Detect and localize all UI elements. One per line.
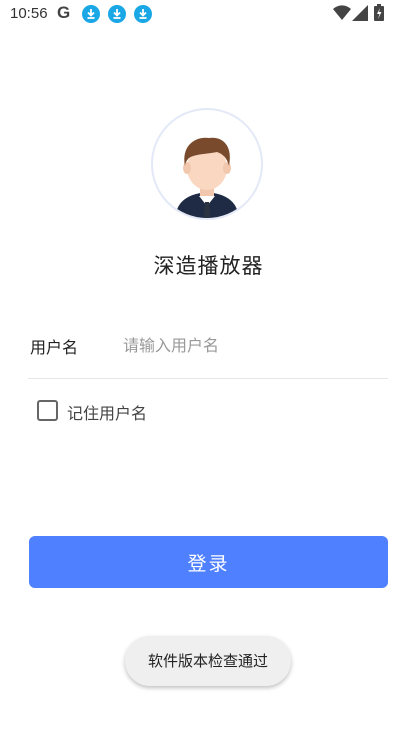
username-underline <box>28 378 388 379</box>
username-input[interactable] <box>123 330 383 360</box>
user-avatar-icon <box>175 137 239 218</box>
download-icon <box>134 5 152 23</box>
toast-message: 软件版本检查通过 <box>125 636 291 686</box>
username-label: 用户名 <box>30 338 79 357</box>
app-name: 深造播放器 <box>153 254 264 278</box>
status-bar: 10:56 G <box>0 0 417 28</box>
status-time: 10:56 <box>10 5 48 22</box>
wifi-icon <box>333 5 351 25</box>
battery-charging-icon <box>374 4 384 25</box>
download-icon <box>82 5 100 23</box>
user-avatar <box>151 108 263 220</box>
login-button[interactable]: 登录 <box>29 536 388 588</box>
google-icon: G <box>57 3 71 22</box>
download-icon <box>108 5 126 23</box>
signal-icon <box>352 5 368 25</box>
remember-username-label: 记住用户名 <box>67 404 148 423</box>
remember-username-checkbox[interactable] <box>37 400 58 421</box>
